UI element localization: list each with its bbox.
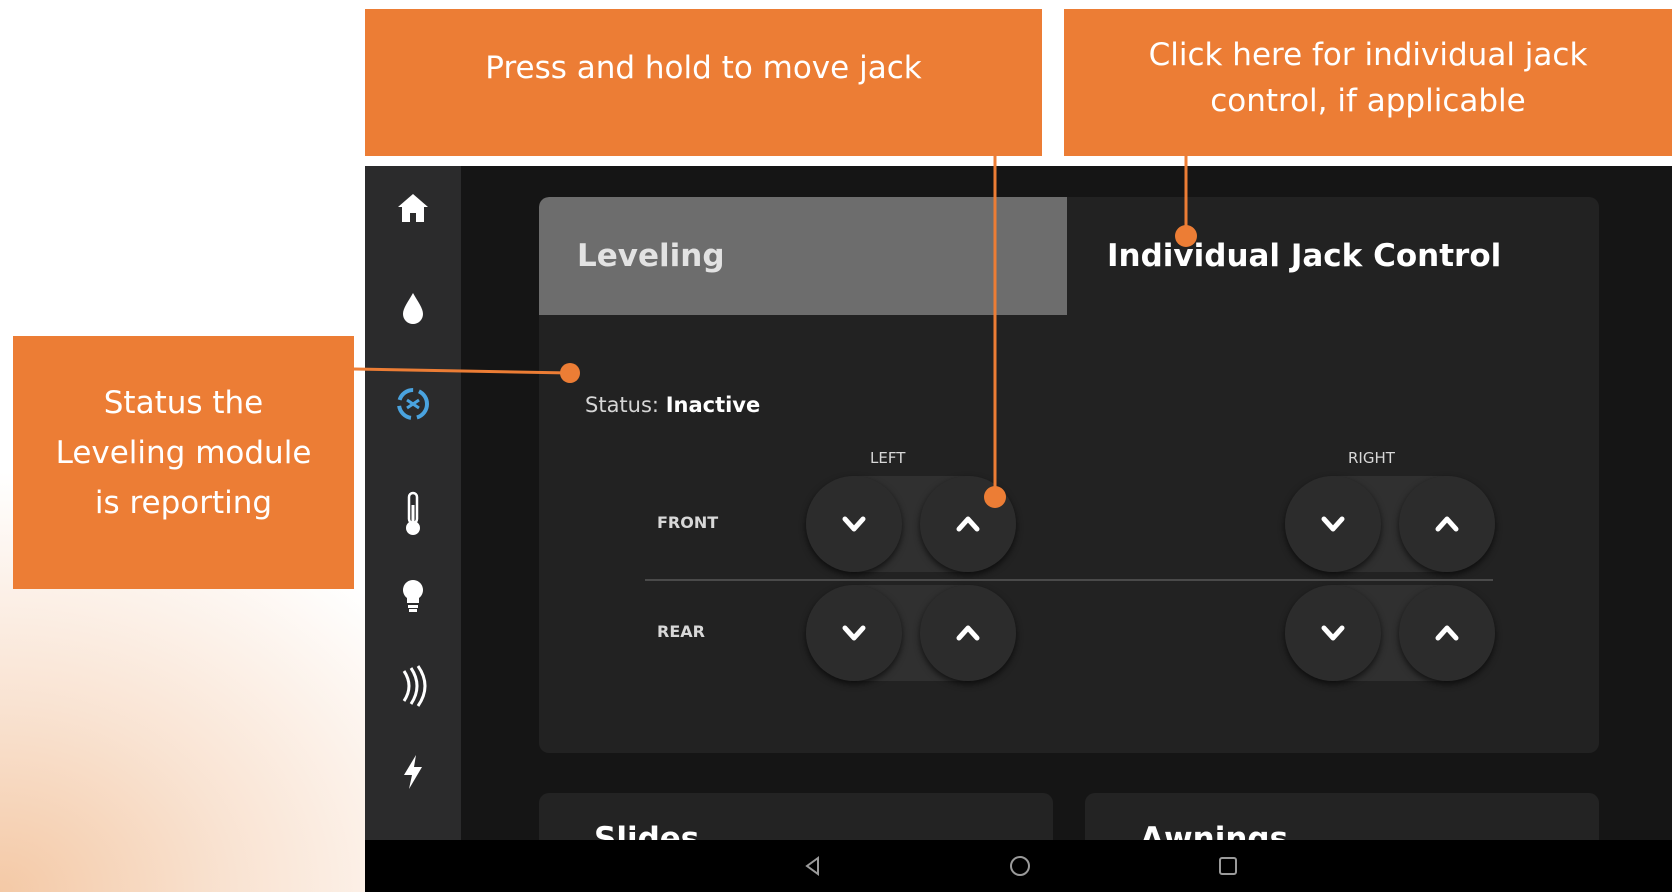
- front-left-jack-control: [806, 476, 1016, 572]
- chevron-down-icon: [842, 516, 866, 532]
- recents-nav-icon[interactable]: [1216, 854, 1240, 878]
- tab-leveling-label: Leveling: [577, 238, 725, 274]
- front-right-retract-button[interactable]: [1285, 476, 1381, 572]
- front-left-retract-button[interactable]: [806, 476, 902, 572]
- rear-right-retract-button[interactable]: [1285, 585, 1381, 681]
- callout-individual-jack-line2: control, if applicable: [1210, 82, 1526, 119]
- status-row: Status: Inactive: [585, 393, 760, 417]
- leveling-icon[interactable]: [365, 374, 461, 434]
- row-label-front: FRONT: [657, 513, 719, 532]
- front-right-extend-button[interactable]: [1399, 476, 1495, 572]
- front-left-extend-button[interactable]: [920, 476, 1016, 572]
- signal-icon[interactable]: [365, 656, 461, 716]
- callout-status-line1: Status the: [103, 384, 264, 421]
- lightning-icon[interactable]: [365, 742, 461, 802]
- callout-individual-jack: Click here for individual jack control, …: [1064, 9, 1672, 156]
- callout-status-line2: Leveling module: [55, 434, 312, 471]
- tab-leveling[interactable]: Leveling: [539, 197, 1067, 315]
- callout-press-hold-text: Press and hold to move jack: [485, 49, 922, 86]
- back-nav-icon[interactable]: [801, 854, 825, 878]
- rear-right-extend-button[interactable]: [1399, 585, 1495, 681]
- home-nav-icon[interactable]: [1008, 854, 1032, 878]
- chevron-down-icon: [842, 625, 866, 641]
- chevron-up-icon: [956, 625, 980, 641]
- column-label-right: RIGHT: [1348, 449, 1395, 467]
- status-label: Status:: [585, 393, 659, 417]
- front-right-jack-control: [1285, 476, 1495, 572]
- row-label-rear: REAR: [657, 622, 705, 641]
- tab-individual-jack-control[interactable]: Individual Jack Control: [1067, 197, 1599, 315]
- row-divider: [645, 579, 1493, 581]
- chevron-up-icon: [1435, 516, 1459, 532]
- tablet-screen: Leveling Individual Jack Control Status:…: [365, 166, 1672, 892]
- lightbulb-icon[interactable]: [365, 566, 461, 626]
- thermometer-icon[interactable]: [365, 484, 461, 544]
- rear-left-jack-control: [806, 585, 1016, 681]
- chevron-up-icon: [956, 516, 980, 532]
- rear-right-jack-control: [1285, 585, 1495, 681]
- chevron-down-icon: [1321, 625, 1345, 641]
- callout-status-line3: is reporting: [94, 484, 273, 521]
- chevron-up-icon: [1435, 625, 1459, 641]
- leveling-card: Leveling Individual Jack Control Status:…: [539, 197, 1599, 753]
- callout-status: Status the Leveling module is reporting: [13, 336, 354, 589]
- tab-individual-jack-control-label: Individual Jack Control: [1107, 238, 1502, 274]
- callout-press-hold: Press and hold to move jack: [365, 9, 1042, 156]
- chevron-down-icon: [1321, 516, 1345, 532]
- rear-left-extend-button[interactable]: [920, 585, 1016, 681]
- sidebar: [365, 166, 461, 840]
- water-drop-icon[interactable]: [365, 278, 461, 338]
- column-label-left: LEFT: [870, 449, 906, 467]
- status-value: Inactive: [665, 393, 761, 417]
- rear-left-retract-button[interactable]: [806, 585, 902, 681]
- home-icon[interactable]: [365, 178, 461, 238]
- callout-individual-jack-line1: Click here for individual jack: [1148, 36, 1588, 73]
- android-nav-bar: [365, 840, 1672, 892]
